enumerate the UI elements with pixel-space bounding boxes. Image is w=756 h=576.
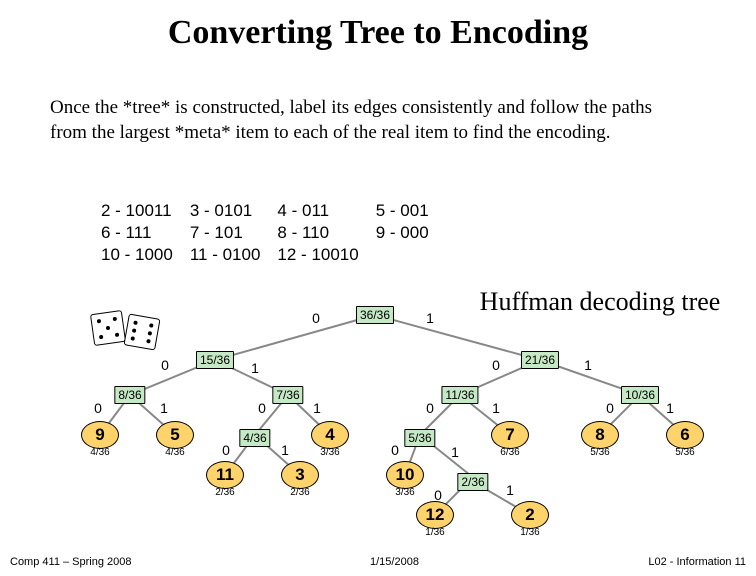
body-text: Once the *tree* is constructed, label it… bbox=[50, 96, 690, 145]
edge-label: 1 bbox=[451, 444, 459, 460]
edge-label: 0 bbox=[161, 357, 169, 373]
tree-node: 8/36 bbox=[114, 386, 145, 404]
edge-label: 0 bbox=[426, 400, 434, 416]
tree-node: 7/36 bbox=[272, 386, 303, 404]
footer-course: Comp 411 – Spring 2008 bbox=[10, 556, 132, 568]
edge-label: 0 bbox=[606, 400, 614, 416]
footer-page: L02 - Information 11 bbox=[648, 556, 746, 568]
edge-label: 1 bbox=[251, 360, 259, 376]
page-title: Converting Tree to Encoding bbox=[0, 14, 756, 52]
edge-label: 0 bbox=[258, 400, 266, 416]
code-cell: 4 - 011 bbox=[276, 200, 374, 222]
tree-leaf: 103/36 bbox=[386, 461, 424, 489]
edge-label: 1 bbox=[666, 400, 674, 416]
tree-leaf: 65/36 bbox=[666, 421, 704, 449]
edge-label: 1 bbox=[506, 482, 514, 498]
tree-leaf: 54/36 bbox=[156, 421, 194, 449]
tree-node: 11/36 bbox=[441, 386, 478, 404]
tree-leaf: 85/36 bbox=[581, 421, 619, 449]
code-cell: 6 - 111 bbox=[100, 222, 189, 244]
code-cell: 10 - 1000 bbox=[100, 244, 189, 266]
code-cell: 3 - 0101 bbox=[189, 200, 277, 222]
code-cell: 11 - 0100 bbox=[189, 244, 277, 266]
code-cell: 12 - 10010 bbox=[276, 244, 374, 266]
code-cell: 5 - 001 bbox=[375, 200, 445, 222]
edge-label: 1 bbox=[492, 400, 500, 416]
edge-label: 0 bbox=[312, 310, 320, 326]
encodings-table: 2 - 10011 3 - 0101 4 - 011 5 - 001 6 - 1… bbox=[100, 200, 690, 266]
code-cell: 7 - 101 bbox=[189, 222, 277, 244]
edge-label: 1 bbox=[281, 442, 289, 458]
code-cell: 8 - 110 bbox=[276, 222, 374, 244]
edge-label: 1 bbox=[584, 357, 592, 373]
code-cell bbox=[375, 244, 445, 266]
tree-leaf: 94/36 bbox=[81, 421, 119, 449]
edge-label: 1 bbox=[313, 400, 321, 416]
edge-label: 0 bbox=[434, 487, 442, 503]
code-cell: 2 - 10011 bbox=[100, 200, 189, 222]
code-cell: 9 - 000 bbox=[375, 222, 445, 244]
tree-node: 10/36 bbox=[621, 386, 659, 404]
footer-date: 1/15/2008 bbox=[370, 556, 419, 568]
edge-label: 1 bbox=[160, 400, 168, 416]
tree-node: 2/36 bbox=[457, 473, 488, 491]
tree-leaf: 121/36 bbox=[416, 501, 454, 529]
tree-node: 5/36 bbox=[404, 429, 435, 447]
tree-leaf: 32/36 bbox=[281, 461, 319, 489]
tree-node: 15/36 bbox=[196, 351, 234, 369]
tree-leaf: 21/36 bbox=[511, 501, 549, 529]
edge-label: 0 bbox=[492, 357, 500, 373]
edge-label: 0 bbox=[94, 400, 102, 416]
tree-leaf: 112/36 bbox=[206, 461, 244, 489]
tree-leaf: 76/36 bbox=[491, 421, 529, 449]
slide: Converting Tree to Encoding Once the *tr… bbox=[0, 0, 756, 576]
tree-node: 4/36 bbox=[239, 429, 270, 447]
huffman-tree: 36/36 15/36 21/36 8/36 7/36 11/36 10/36 … bbox=[0, 290, 756, 560]
edge-label: 1 bbox=[426, 310, 434, 326]
tree-node: 21/36 bbox=[521, 351, 559, 369]
tree-leaf: 43/36 bbox=[311, 421, 349, 449]
tree-node: 36/36 bbox=[356, 306, 394, 324]
edge-label: 0 bbox=[391, 442, 399, 458]
edge-label: 0 bbox=[222, 442, 230, 458]
